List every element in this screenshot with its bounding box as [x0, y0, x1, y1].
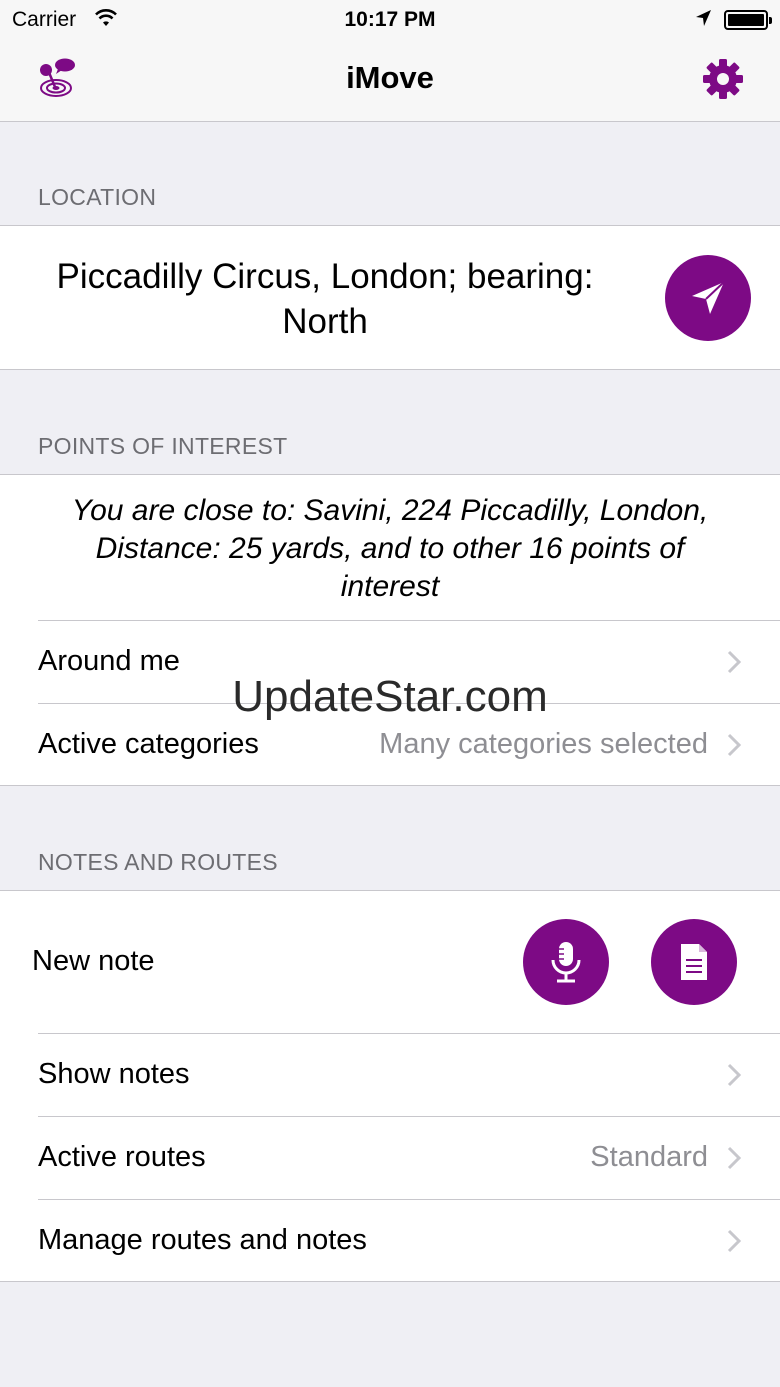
active-routes-value: Standard	[590, 1141, 708, 1173]
voice-note-button[interactable]	[523, 919, 609, 1005]
active-categories-label: Active categories	[38, 728, 259, 760]
chevron-right-icon	[727, 1063, 742, 1087]
nearby-summary: You are close to: Savini, 224 Piccadilly…	[71, 494, 709, 603]
gear-icon[interactable]	[702, 58, 744, 100]
new-note-row: New note	[0, 891, 780, 1033]
notes-group: New note Show notes Active routes Standa…	[0, 890, 780, 1282]
active-routes-label: Active routes	[38, 1141, 206, 1173]
section-header-location: LOCATION	[38, 184, 157, 210]
manage-routes-label: Manage routes and notes	[38, 1224, 367, 1256]
document-icon	[681, 944, 707, 980]
status-bar: Carrier 10:17 PM	[0, 0, 780, 40]
section-header-notes: NOTES AND ROUTES	[38, 849, 278, 875]
navigation-arrow-icon	[692, 281, 725, 314]
location-group: Piccadilly Circus, London; bearing: Nort…	[0, 225, 780, 370]
navigate-button[interactable]	[665, 255, 751, 341]
active-routes-row[interactable]: Active routes Standard	[0, 1117, 780, 1199]
battery-icon	[724, 10, 772, 30]
chevron-right-icon	[727, 733, 742, 757]
show-notes-row[interactable]: Show notes	[0, 1034, 780, 1116]
new-note-label: New note	[32, 945, 155, 977]
location-text: Piccadilly Circus, London; bearing: Nort…	[56, 257, 594, 341]
navigation-bar: iMove	[0, 40, 780, 122]
chevron-right-icon	[727, 1229, 742, 1253]
around-me-row[interactable]: Around me	[0, 621, 780, 703]
manage-routes-row[interactable]: Manage routes and notes	[0, 1200, 780, 1282]
active-categories-value: Many categories selected	[379, 728, 708, 760]
clock: 10:17 PM	[344, 8, 436, 31]
active-categories-row[interactable]: Active categories Many categories select…	[0, 704, 780, 786]
section-header-poi: POINTS OF INTEREST	[38, 433, 288, 459]
around-me-label: Around me	[38, 645, 180, 677]
poi-group: You are close to: Savini, 224 Piccadilly…	[0, 474, 780, 786]
microphone-icon	[551, 942, 581, 983]
page-title: iMove	[346, 60, 434, 95]
location-services-icon	[696, 10, 711, 26]
chevron-right-icon	[727, 650, 742, 674]
chevron-right-icon	[727, 1146, 742, 1170]
show-notes-label: Show notes	[38, 1058, 190, 1090]
text-note-button[interactable]	[651, 919, 737, 1005]
